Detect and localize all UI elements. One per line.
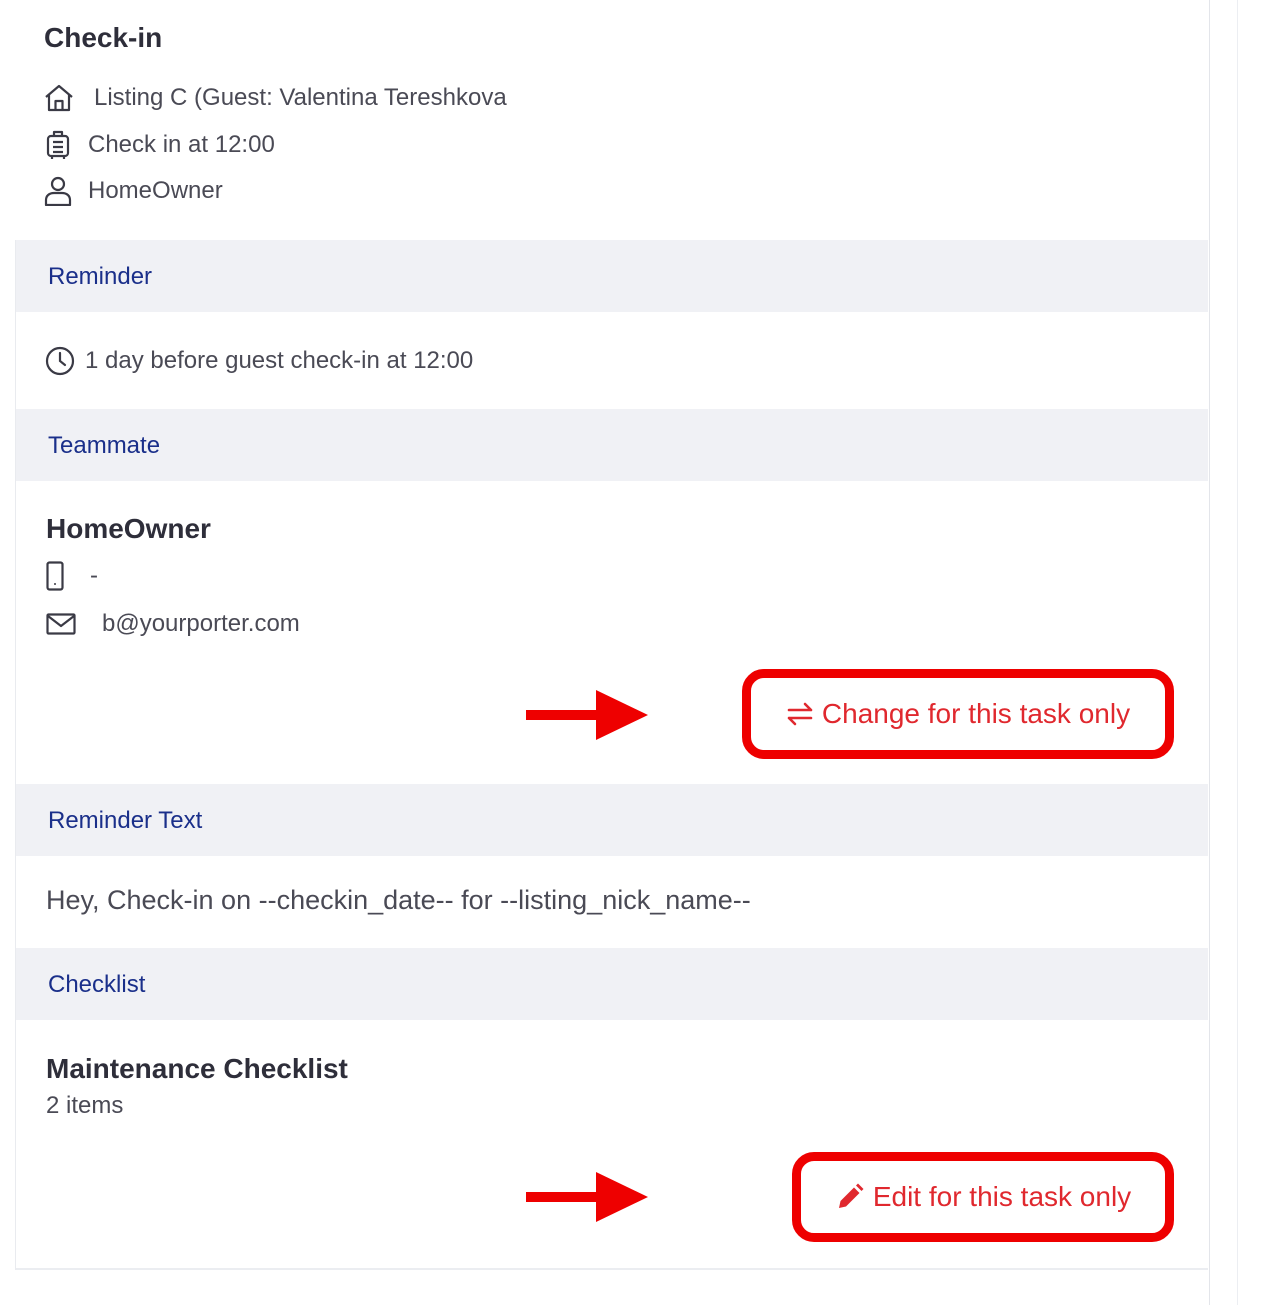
red-arrow-icon — [526, 690, 648, 740]
clock-icon — [45, 346, 75, 376]
reminder-header-label: Reminder — [48, 263, 153, 290]
phone-icon — [46, 561, 64, 591]
red-arrow-icon — [526, 1172, 648, 1222]
teammate-section-header: Teammate — [16, 409, 1208, 481]
luggage-icon — [44, 130, 72, 160]
checklist-name: Maintenance Checklist — [46, 1053, 348, 1084]
user-icon — [44, 176, 72, 206]
owner-text: HomeOwner — [88, 177, 223, 204]
home-icon — [44, 84, 74, 112]
panel-bottom-divider — [16, 1268, 1208, 1270]
reminder-text-header-label: Reminder Text — [48, 807, 203, 834]
phone-text: - — [90, 562, 98, 589]
reminder-message: Hey, Check-in on --checkin_date-- for --… — [46, 885, 751, 915]
email-text[interactable]: b@yourporter.com — [102, 610, 300, 638]
checklist-section-header: Checklist — [16, 948, 1208, 1020]
email-row: b@yourporter.com — [46, 610, 300, 638]
listing-text: Listing C (Guest: Valentina Tereshkova — [94, 84, 507, 111]
teammate-header-label: Teammate — [48, 432, 161, 459]
checklist-item-count: 2 items — [46, 1092, 124, 1119]
edit-button-label: Edit for this task only — [872, 1181, 1132, 1212]
swap-arrows-icon — [786, 702, 814, 726]
checkin-text: Check in at 12:00 — [88, 131, 275, 158]
phone-row: - — [46, 561, 98, 591]
owner-row: HomeOwner — [44, 176, 223, 206]
envelope-icon — [46, 613, 76, 635]
side-strip-divider — [1237, 0, 1238, 1305]
pencil-icon — [835, 1182, 865, 1212]
change-button-label: Change for this task only — [821, 698, 1131, 729]
checklist-header-label: Checklist — [48, 971, 146, 998]
teammate-name: HomeOwner — [46, 513, 211, 544]
listing-row: Listing C (Guest: Valentina Tereshkova — [44, 84, 507, 112]
reminder-text-section-header: Reminder Text — [16, 784, 1208, 856]
reminder-text-value: 1 day before guest check-in at 12:00 — [85, 347, 474, 374]
edit-for-task-button[interactable]: Edit for this task only — [792, 1152, 1174, 1242]
task-title: Check-in — [44, 22, 163, 53]
reminder-section-header: Reminder — [16, 240, 1208, 312]
change-for-task-button[interactable]: Change for this task only — [742, 669, 1174, 759]
checkin-row: Check in at 12:00 — [44, 130, 275, 160]
reminder-row: 1 day before guest check-in at 12:00 — [45, 346, 473, 376]
